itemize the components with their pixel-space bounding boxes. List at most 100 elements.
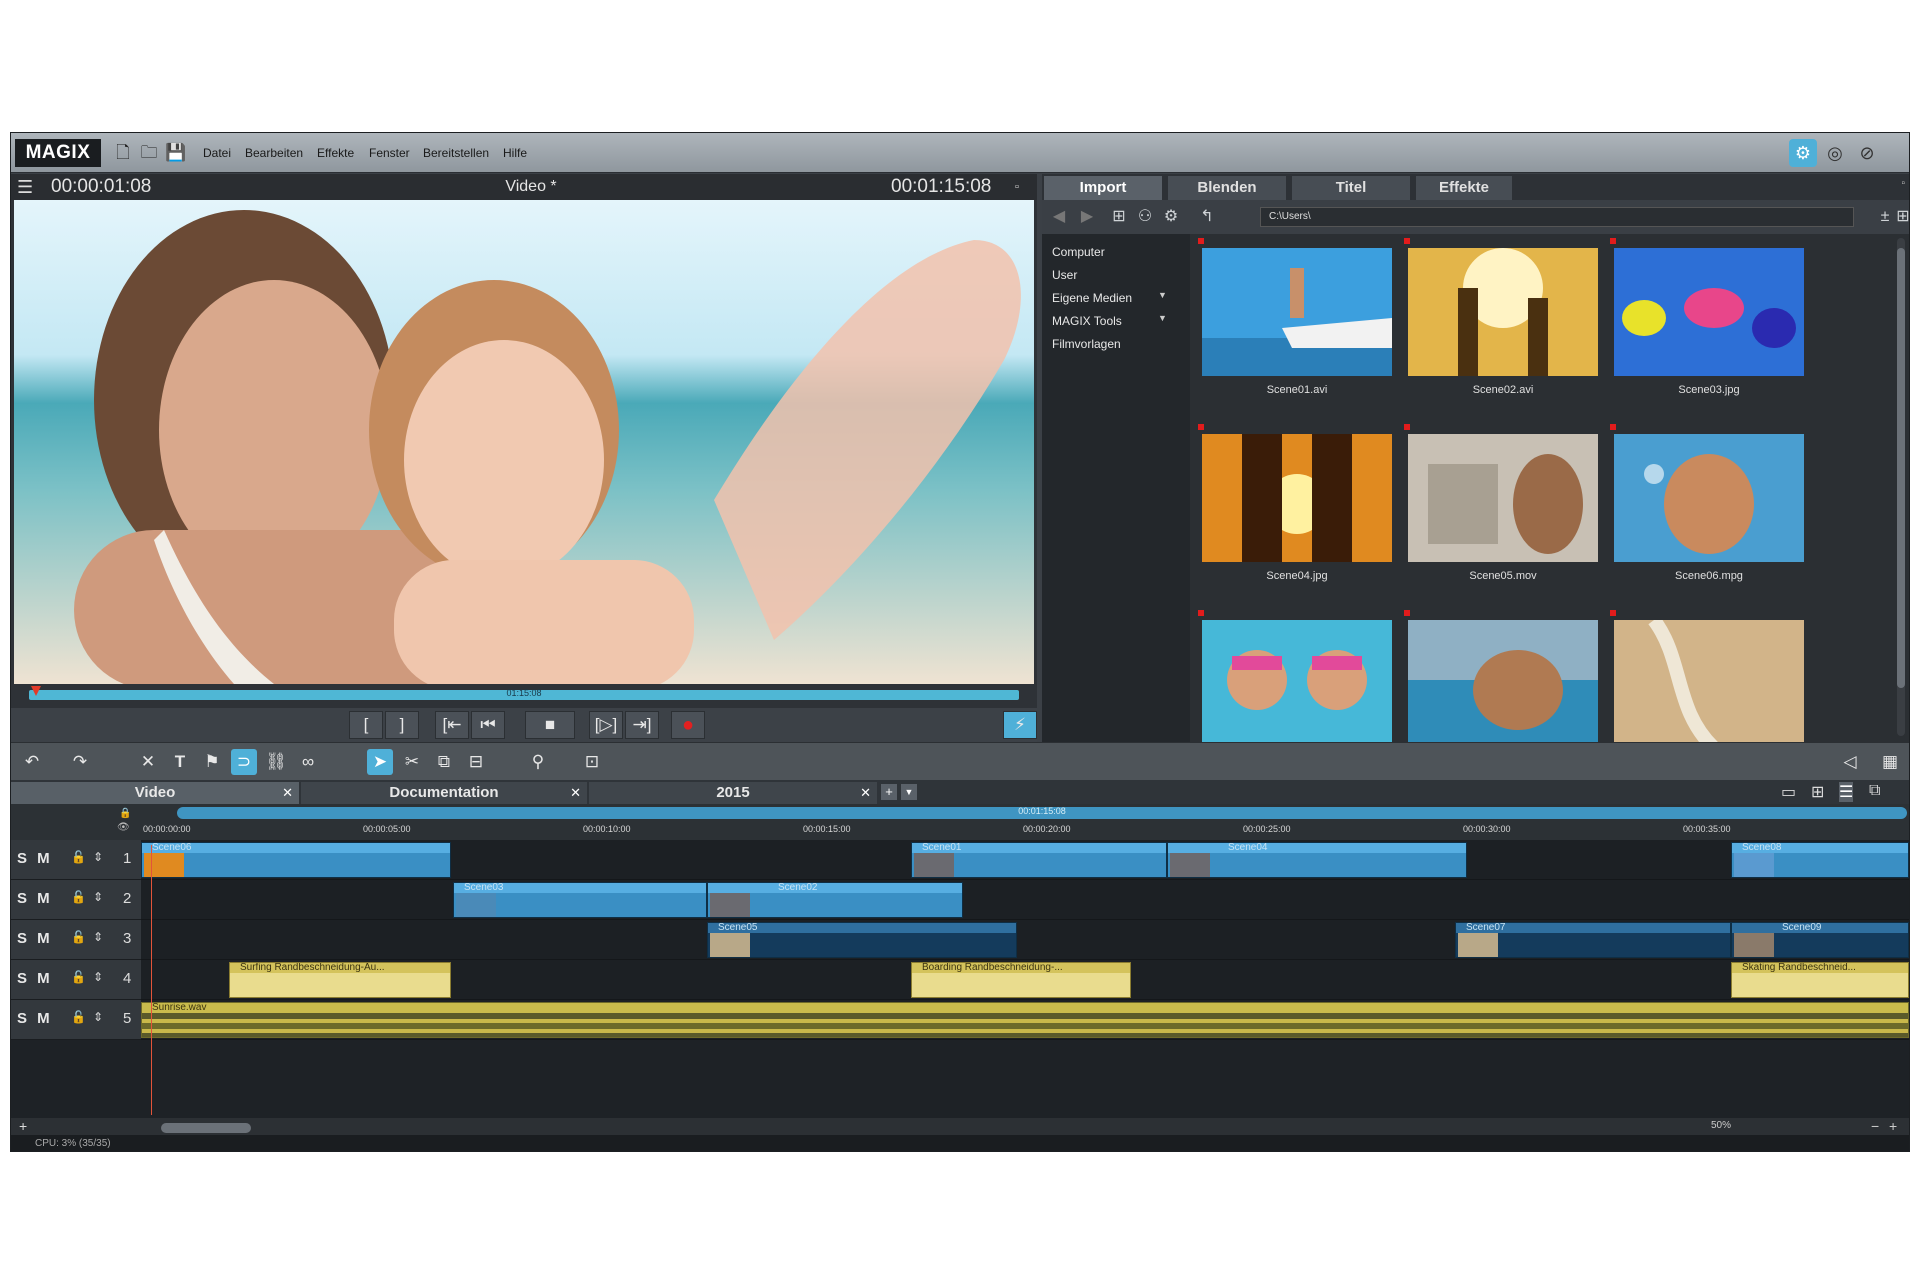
add-track-icon[interactable]: + — [19, 1118, 27, 1134]
menu-bearbeiten[interactable]: Bearbeiten — [245, 133, 303, 173]
tab-menu-icon[interactable]: ▼ — [901, 784, 917, 800]
menu-fenster[interactable]: Fenster — [369, 133, 410, 173]
track-solo-mute[interactable]: S M — [17, 890, 53, 907]
zoom-in-icon[interactable]: + — [1889, 1118, 1897, 1134]
thumbnail-item[interactable] — [1198, 610, 1392, 742]
track-solo-mute[interactable]: S M — [17, 1010, 53, 1027]
clip-scene08[interactable]: Scene08 — [1731, 842, 1909, 878]
clip-title-skating[interactable]: Skating Randbeschneid... — [1731, 962, 1909, 998]
scroll-thumb[interactable] — [161, 1123, 251, 1133]
thumbnail-item[interactable]: Scene03.jpg — [1610, 238, 1804, 396]
unlink-icon[interactable]: ∞ — [295, 749, 321, 775]
previous-button[interactable]: ⏮ — [471, 711, 505, 739]
razor-tool-icon[interactable]: ✂ — [399, 749, 425, 775]
track-lane-3[interactable]: Scene05 Scene07 Scene09 — [141, 920, 1909, 960]
grid-view-icon[interactable]: ⊞ — [1892, 206, 1909, 228]
go-to-out-button[interactable]: ⇥] — [625, 711, 659, 739]
thumbnail-item[interactable]: Scene05.mov — [1404, 424, 1598, 582]
thumbnail-item[interactable] — [1404, 610, 1598, 742]
track-header-5[interactable]: S M 🔓 ⇕ 5 — [11, 1000, 141, 1040]
menu-hilfe[interactable]: Hilfe — [503, 133, 527, 173]
paperclip-icon[interactable]: ⚲ — [525, 749, 551, 775]
menu-effekte[interactable]: Effekte — [317, 133, 354, 173]
grid-view-icon[interactable]: ⊞ — [1811, 782, 1824, 802]
lock-icon[interactable]: 🔓 — [71, 1010, 86, 1024]
folder-user[interactable]: User — [1052, 265, 1184, 285]
back-icon[interactable]: ◀ — [1048, 206, 1070, 228]
track-lane-1[interactable]: Scene06 Scene01 Scene04 Scene08 — [141, 840, 1909, 880]
menu-bereitstellen[interactable]: Bereitstellen — [423, 133, 489, 173]
timeline-playhead[interactable] — [151, 845, 152, 1115]
lock-icon[interactable]: 🔓 — [71, 890, 86, 904]
thumbnail-item[interactable]: Scene04.jpg — [1198, 424, 1392, 582]
play-range-button[interactable]: [▷] — [589, 711, 623, 739]
redo-icon[interactable]: ↷ — [67, 749, 93, 775]
folder-filmvorlagen[interactable]: Filmvorlagen — [1052, 334, 1184, 354]
tab-import[interactable]: Import — [1044, 176, 1162, 200]
clip-title-boarding[interactable]: Boarding Randbeschneidung-... — [911, 962, 1131, 998]
snap-icon[interactable]: ⊃ — [231, 749, 257, 775]
menu-datei[interactable]: Datei — [203, 133, 231, 173]
mark-out-button[interactable]: ] — [385, 711, 419, 739]
close-icon[interactable]: ✕ — [570, 782, 581, 804]
clip-scene03[interactable]: Scene03 — [453, 882, 707, 918]
expand-icon[interactable]: ⇕ — [93, 890, 103, 904]
expand-icon[interactable]: ⇕ — [93, 930, 103, 944]
text-icon[interactable]: T — [167, 749, 193, 775]
panel-maximize-icon[interactable]: ▫ — [1901, 178, 1905, 189]
snapshot-icon[interactable]: ⊡ — [579, 749, 605, 775]
track-header-1[interactable]: S M 🔓 ⇕ 1 — [11, 840, 141, 880]
thumbnail-item[interactable]: Scene02.avi — [1404, 238, 1598, 396]
speaker-icon[interactable]: ◁ — [1837, 749, 1863, 775]
clip-title-surfing[interactable]: Surfing Randbeschneidung-Au... — [229, 962, 451, 998]
thumbnail-item[interactable] — [1610, 610, 1804, 742]
folder-tree-icon[interactable]: ⊞ — [1108, 206, 1130, 228]
chevron-down-icon[interactable]: ▼ — [1158, 313, 1167, 323]
tab-blenden[interactable]: Blenden — [1168, 176, 1286, 200]
single-view-icon[interactable]: ▭ — [1781, 782, 1796, 802]
tab-documentation[interactable]: Documentation ✕ — [301, 782, 587, 804]
time-ruler[interactable]: 00:01:15:08 00:00:00:00 00:00:05:00 00:0… — [141, 804, 1909, 840]
tab-effekte[interactable]: Effekte — [1416, 176, 1512, 200]
mixer-icon[interactable]: ▦ — [1877, 749, 1903, 775]
multi-select-icon[interactable]: ⧉ — [431, 749, 457, 775]
trim-tool-icon[interactable]: ⊟ — [463, 749, 489, 775]
clip-scene01[interactable]: Scene01 — [911, 842, 1167, 878]
globe-icon[interactable]: ⊘ — [1853, 139, 1881, 167]
track-solo-mute[interactable]: S M — [17, 970, 53, 987]
lock-icon[interactable]: 🔓 — [71, 970, 86, 984]
path-input[interactable]: C:\Users\ — [1260, 207, 1854, 227]
track-lane-2[interactable]: Scene03 Scene02 — [141, 880, 1909, 920]
thumbnail-item[interactable]: Scene06.mpg — [1610, 424, 1804, 582]
thumbnail-item[interactable]: Scene01.avi — [1198, 238, 1392, 396]
link-icon[interactable]: ⛓ — [263, 749, 289, 775]
preview-scrubber[interactable]: 01:15:08 — [29, 688, 1019, 700]
marker-flag-icon[interactable]: ⚑ — [199, 749, 225, 775]
close-icon[interactable]: ✕ — [860, 782, 871, 804]
storyboard-icon[interactable]: ⧉ — [1869, 782, 1880, 800]
tab-video[interactable]: Video ✕ — [11, 782, 299, 804]
record-button[interactable]: ● — [671, 711, 705, 739]
close-icon[interactable]: ✕ — [282, 782, 293, 804]
forward-icon[interactable]: ▶ — [1076, 206, 1098, 228]
track-solo-mute[interactable]: S M — [17, 850, 53, 867]
clip-audio-sunrise[interactable]: Sunrise.wav — [141, 1002, 1909, 1038]
film-reel-icon[interactable]: ⚙ — [1789, 139, 1817, 167]
clip-scene09[interactable]: Scene09 — [1731, 922, 1909, 958]
save-icon[interactable]: 💾 — [165, 143, 186, 163]
tab-2015[interactable]: 2015 ✕ — [589, 782, 877, 804]
expand-icon[interactable]: ⇕ — [93, 1010, 103, 1024]
zoom-out-icon[interactable]: − — [1871, 1118, 1879, 1134]
track-header-3[interactable]: S M 🔓 ⇕ 3 — [11, 920, 141, 960]
track-header-4[interactable]: S M 🔓 ⇕ 4 — [11, 960, 141, 1000]
new-file-icon[interactable]: 🗋 — [113, 143, 133, 163]
eye-icon[interactable]: 👁 — [117, 822, 130, 833]
folder-computer[interactable]: Computer — [1052, 242, 1184, 262]
up-folder-icon[interactable]: ↰ — [1196, 206, 1218, 228]
go-to-in-button[interactable]: [⇤ — [435, 711, 469, 739]
lightning-icon[interactable]: ⚡ — [1003, 711, 1037, 739]
tab-titel[interactable]: Titel — [1292, 176, 1410, 200]
clip-scene06[interactable]: Scene06 — [141, 842, 451, 878]
clip-scene02[interactable]: Scene02 — [707, 882, 963, 918]
track-header-2[interactable]: S M 🔓 ⇕ 2 — [11, 880, 141, 920]
